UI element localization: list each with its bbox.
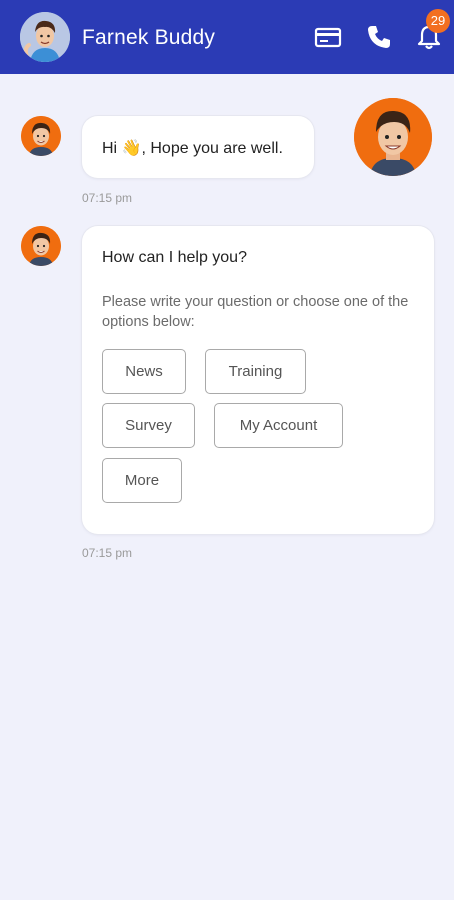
bot-avatar-small [21, 226, 61, 266]
app-header: Farnek Buddy 29 [0, 0, 454, 74]
option-training-button[interactable]: Training [205, 349, 306, 394]
message-subtitle: Please write your question or choose one… [102, 294, 409, 330]
cartoon-face-icon [354, 98, 432, 176]
cartoon-face-icon [21, 226, 61, 266]
message-title: How can I help you? [102, 249, 247, 266]
phone-icon[interactable] [364, 22, 394, 52]
message-timestamp: 07:15 pm [82, 546, 133, 560]
app-title: Farnek Buddy [82, 26, 216, 49]
chat-bubble-options: How can I help you? Please write your qu… [82, 226, 434, 534]
option-survey-button[interactable]: Survey [102, 403, 195, 448]
bot-avatar-small [21, 116, 61, 156]
message-timestamp: 07:15 pm [82, 191, 133, 205]
card-icon[interactable] [313, 22, 343, 52]
bot-large-avatar [354, 98, 432, 176]
chat-bubble: Hi 👋, Hope you are well. [82, 116, 314, 178]
option-news-button[interactable]: News [102, 349, 186, 394]
message-text: Hi 👋, Hope you are well. [102, 140, 283, 157]
notification-badge: 29 [426, 9, 450, 33]
cartoon-face-icon [21, 116, 61, 156]
option-more-button[interactable]: More [102, 458, 182, 503]
option-my-account-button[interactable]: My Account [214, 403, 343, 448]
cartoon-face-icon [20, 12, 70, 62]
bot-avatar[interactable] [20, 12, 70, 62]
